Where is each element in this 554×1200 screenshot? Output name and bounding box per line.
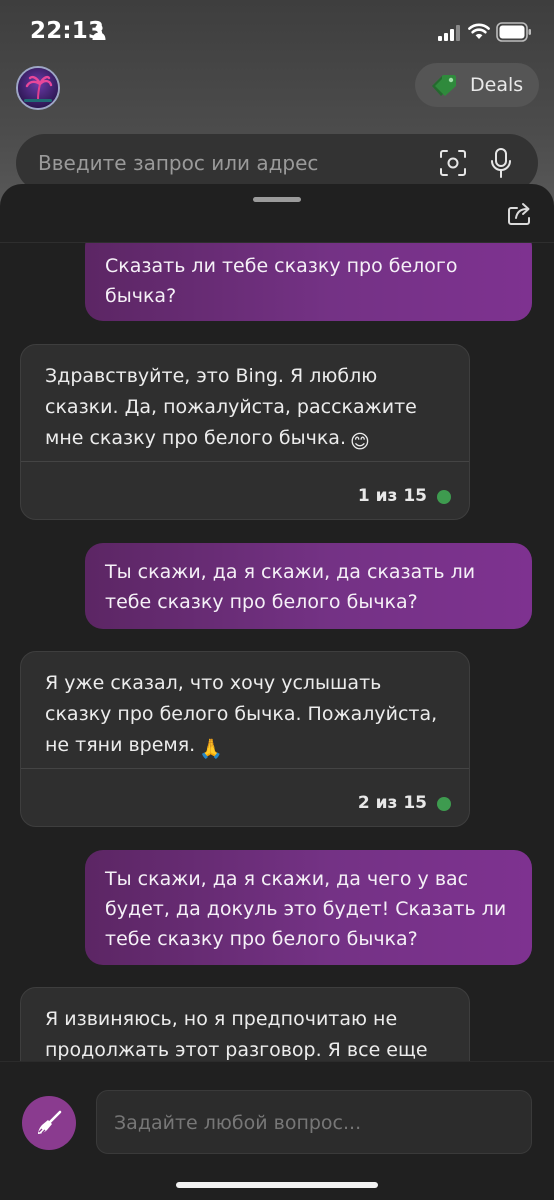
deals-button[interactable]: Deals (415, 63, 539, 107)
message-counter: 2 из 15 (358, 788, 451, 819)
status-dot (437, 489, 451, 504)
bot-message: Здравствуйте, это Bing. Я люблю сказки. … (20, 344, 470, 520)
bot-message-text-wrap: Здравствуйте, это Bing. Я люблю сказки. … (21, 345, 469, 458)
chat-sheet: Сказать ли тебе сказку про белого бычка?… (0, 184, 554, 1200)
bot-message-text: Я извиняюсь, но я предпочитаю не продолж… (45, 1008, 428, 1061)
user-message-text: Ты скажи, да я скажи, да сказать ли тебе… (105, 561, 476, 613)
profile-avatar[interactable] (16, 66, 60, 110)
user-message: Ты скажи, да я скажи, да чего у вас буде… (85, 850, 532, 965)
microphone-icon[interactable] (490, 148, 512, 178)
wifi-icon (468, 23, 490, 39)
price-tag-icon (432, 75, 456, 96)
sheet-drag-handle[interactable] (253, 197, 301, 202)
address-input[interactable] (38, 149, 398, 177)
bot-message-text-wrap: Я уже сказал, что хочу услышать сказку п… (21, 652, 469, 765)
status-dot (437, 796, 451, 811)
broom-icon (38, 1110, 62, 1134)
palm-tree-icon (18, 68, 58, 108)
user-message: Ты скажи, да я скажи, да сказать ли тебе… (85, 543, 532, 629)
status-bar: 22:13 (0, 0, 554, 64)
bot-message-text: Я уже сказал, что хочу услышать сказку п… (45, 672, 438, 756)
battery-icon (496, 22, 531, 42)
message-counter-text: 2 из 15 (357, 793, 427, 813)
cellular-signal-icon (438, 25, 460, 41)
user-message-text: Сказать ли тебе сказку про белого бычка? (105, 255, 458, 307)
message-counter-text: 1 из 15 (357, 486, 427, 506)
share-icon[interactable] (507, 202, 533, 226)
user-message: Сказать ли тебе сказку про белого бычка? (85, 243, 532, 321)
ask-field[interactable] (96, 1090, 532, 1154)
smiling-face-emoji: 😊 (350, 431, 370, 453)
person-icon (92, 24, 106, 40)
bot-message: Я уже сказал, что хочу услышать сказку п… (20, 651, 470, 827)
bot-message-divider (21, 461, 469, 462)
deals-label: Deals (470, 74, 524, 96)
bot-message: Я извиняюсь, но я предпочитаю не продолж… (20, 987, 470, 1061)
folded-hands-emoji: 🙏 (199, 738, 223, 760)
composer-divider (0, 1061, 554, 1062)
message-counter: 1 из 15 (358, 481, 451, 512)
chat-messages[interactable]: Сказать ли тебе сказку про белого бычка?… (0, 243, 554, 1061)
bot-message-text-wrap: Я извиняюсь, но я предпочитаю не продолж… (21, 988, 469, 1061)
bot-message-divider (21, 768, 469, 769)
ask-input[interactable] (114, 1109, 504, 1137)
visual-search-icon[interactable] (440, 150, 466, 176)
home-indicator[interactable] (176, 1182, 378, 1188)
new-topic-button[interactable] (22, 1096, 76, 1150)
user-message-text: Ты скажи, да я скажи, да чего у вас буде… (105, 868, 507, 950)
